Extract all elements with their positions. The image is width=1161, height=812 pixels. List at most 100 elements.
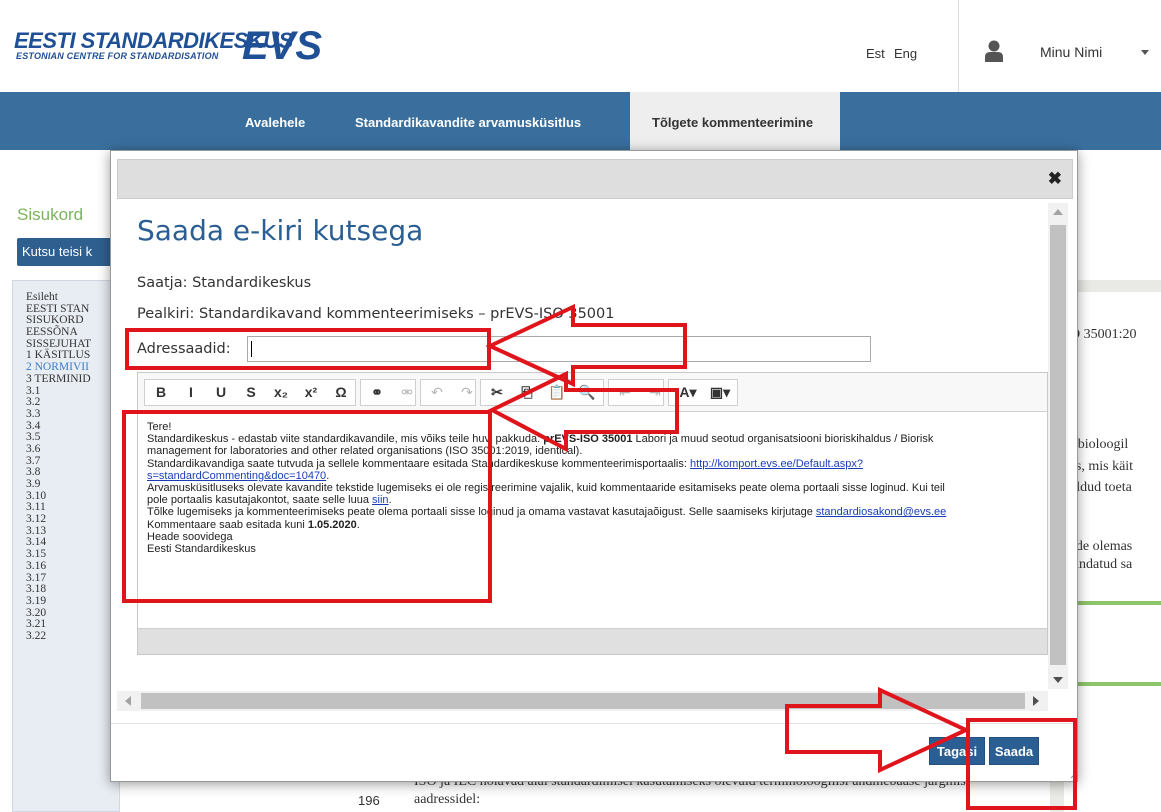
logo-subtitle: ESTONIAN CENTRE FOR STANDARDISATION xyxy=(16,51,219,61)
toc-item[interactable]: 3 TERMINID xyxy=(26,373,116,386)
chevron-down-icon[interactable] xyxy=(1141,50,1149,55)
bg-text-4: eldud toeta xyxy=(1070,480,1132,495)
superscript-icon[interactable]: x² xyxy=(299,380,323,405)
body-line: Kommentaare saab esitada kuni 1.05.2020. xyxy=(147,518,360,531)
bg-text-6: undatud sa xyxy=(1072,557,1133,572)
subject-label: Pealkiri: xyxy=(137,306,195,322)
divider-green xyxy=(1064,682,1161,686)
create-account-link[interactable]: siin xyxy=(372,494,389,506)
send-button[interactable]: Saada xyxy=(989,737,1039,765)
body-line: Eesti Standardikeskus xyxy=(147,542,256,555)
header-divider xyxy=(958,0,959,92)
close-icon[interactable]: ✖ xyxy=(1048,169,1062,189)
bg-bottom-line-2: aadressidel: xyxy=(414,792,481,807)
body-line: Standardikeskus - edastab viite standard… xyxy=(147,433,934,446)
italic-icon[interactable]: I xyxy=(179,380,203,405)
link-icon[interactable]: ⚭ xyxy=(365,380,389,405)
toc-item[interactable]: EESSÕNA xyxy=(26,326,116,339)
toolbar-group-clipboard: ✂⎘📋🔍ᵇa xyxy=(480,379,624,406)
subject-value: Standardikavand kommenteerimiseks – prEV… xyxy=(198,306,615,322)
toolbar-group-format: B I U Sx₂ x² Ω xyxy=(144,379,356,406)
cut-icon[interactable]: ✂ xyxy=(485,380,509,405)
scroll-down-icon[interactable] xyxy=(1053,677,1063,683)
top-header: EESTI STANDARDIKESKUS ESTONIAN CENTRE FO… xyxy=(0,0,1161,92)
strikethrough-icon[interactable]: S xyxy=(239,380,263,405)
toolbar-group-colors: A▾ ▣▾ xyxy=(668,379,738,406)
body-line: Tõlke lugemiseks ja kommenteerimiseks pe… xyxy=(147,506,947,519)
scroll-right-icon[interactable] xyxy=(1033,696,1039,706)
invite-others-button[interactable]: Kutsu teisi k xyxy=(17,238,117,266)
copy-icon[interactable]: ⎘ xyxy=(515,380,539,405)
scroll-thumb-h[interactable] xyxy=(141,693,1025,709)
bg-text-5: ide olemas xyxy=(1072,539,1133,554)
back-button[interactable]: Tagasi xyxy=(929,737,985,765)
portal-link-cont[interactable]: s=standardCommenting&doc=10470 xyxy=(147,470,326,482)
recipients-input[interactable] xyxy=(247,336,871,362)
editor-toolbar: BIUSx₂x²Ω ⚭⚮ ↶↷ ✂⎘📋🔍ᵇa ⇤⇥ A▾▣▾ xyxy=(138,373,1047,412)
scroll-thumb[interactable] xyxy=(1050,225,1066,665)
bold-icon[interactable]: B xyxy=(149,380,173,405)
horizontal-scrollbar[interactable] xyxy=(117,691,1048,711)
scroll-up-icon[interactable] xyxy=(1053,209,1063,215)
body-line: management for laboratories and other re… xyxy=(147,445,583,458)
subscript-icon[interactable]: x₂ xyxy=(269,380,293,405)
lang-eng-link[interactable]: Eng xyxy=(894,46,917,61)
toc-item[interactable]: 3.16 xyxy=(26,560,116,573)
toc-item[interactable]: 3.3 xyxy=(26,408,116,421)
body-line: Tere! xyxy=(147,421,172,433)
toc-item[interactable]: 3.22 xyxy=(26,630,116,643)
sender-row: Saatja: Standardikeskus xyxy=(137,275,311,291)
special-char-icon[interactable]: Ω xyxy=(329,380,353,405)
text-caret xyxy=(251,341,252,357)
toc-item[interactable]: 3.6 xyxy=(26,443,116,456)
logo-mark: EVS xyxy=(242,24,323,68)
subject-row: Pealkiri: Standardikavand kommenteerimis… xyxy=(137,306,614,322)
toc-title: Sisukord xyxy=(17,205,84,224)
email-body[interactable]: Tere! Standardikeskus - edastab viite st… xyxy=(147,421,1047,555)
editor-statusbar xyxy=(138,628,1047,654)
underline-icon[interactable]: U xyxy=(209,380,233,405)
sender-label: Saatja: xyxy=(137,275,188,291)
scroll-left-icon[interactable] xyxy=(125,696,131,706)
lang-est-link[interactable]: Est xyxy=(866,46,885,61)
nav-survey[interactable]: Standardikavandite arvamusküsitlus xyxy=(355,92,581,150)
modal-title: Saada e-kiri kutsega xyxy=(137,214,424,247)
recipients-label: Adressaadid: xyxy=(137,341,231,357)
toolbar-group-link: ⚭ ⚮ xyxy=(360,379,416,406)
user-name[interactable]: Minu Nimi xyxy=(1040,44,1102,60)
rich-text-editor[interactable]: BIUSx₂x²Ω ⚭⚮ ↶↷ ✂⎘📋🔍ᵇa ⇤⇥ A▾▣▾ Tere! Sta… xyxy=(137,372,1048,655)
outdent-icon[interactable]: ⇤ xyxy=(613,380,637,405)
undo-icon[interactable]: ↶ xyxy=(425,380,449,405)
modal-header: ✖ xyxy=(117,159,1073,199)
vertical-scrollbar[interactable] xyxy=(1048,203,1068,689)
indent-icon[interactable]: ⇥ xyxy=(643,380,667,405)
toolbar-group-indent: ⇤ ⇥ xyxy=(608,379,664,406)
toolbar-group-history: ↶ ↷ xyxy=(420,379,476,406)
portal-link[interactable]: http://komport.evs.ee/Default.aspx? xyxy=(690,458,863,470)
toc-item[interactable]: 3.12 xyxy=(26,513,116,526)
find-icon[interactable]: 🔍 xyxy=(575,380,599,405)
redo-icon[interactable]: ↷ xyxy=(455,380,479,405)
sender-value: Standardikeskus xyxy=(192,275,312,291)
text-color-icon[interactable]: A▾ xyxy=(673,380,703,405)
unlink-icon[interactable]: ⚮ xyxy=(395,380,419,405)
toc-item[interactable]: 3.9 xyxy=(26,478,116,491)
user-icon[interactable] xyxy=(985,40,1003,62)
bg-text-1: O 35001:20 xyxy=(1070,327,1137,342)
send-email-modal: ✖ Saada e-kiri kutsega Saatja: Standardi… xyxy=(110,150,1079,782)
body-line: pole portaalis kasutajakontot, saate sel… xyxy=(147,494,392,507)
toc-list: Esileht EESTI STAN SISUKORD EESSÕNA SISSEJUH… xyxy=(26,292,116,643)
resize-handle-icon[interactable] xyxy=(1069,769,1079,779)
bg-color-icon[interactable]: ▣▾ xyxy=(705,380,735,405)
email-link[interactable]: standardiosakond@evs.ee xyxy=(816,506,946,518)
toc-item[interactable]: 3.19 xyxy=(26,595,116,608)
evs-logo[interactable]: EESTI STANDARDIKESKUS ESTONIAN CENTRE FO… xyxy=(14,24,344,74)
nav-home[interactable]: Avalehele xyxy=(245,92,305,150)
nav-translation-comments[interactable]: Tõlgete kommenteerimine xyxy=(630,92,840,150)
toc-item[interactable]: Esileht xyxy=(26,292,116,304)
body-line: Heade soovidega xyxy=(147,530,233,543)
paste-icon[interactable]: 📋 xyxy=(545,380,569,405)
body-line: Standardikavandiga saate tutvuda ja sell… xyxy=(147,457,864,470)
body-line: s=standardCommenting&doc=10470. xyxy=(147,469,330,482)
bg-text-3: is, mis käit xyxy=(1072,459,1134,474)
